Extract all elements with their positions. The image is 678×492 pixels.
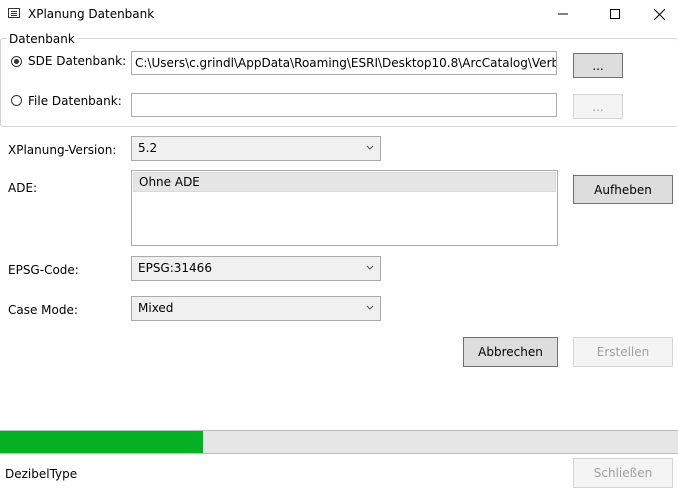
sde-browse-button[interactable]: ... <box>573 53 623 78</box>
case-mode-value: Mixed <box>138 301 174 315</box>
ade-list-item[interactable]: Ohne ADE <box>133 172 556 192</box>
chevron-down-icon <box>366 265 374 270</box>
window-icon <box>8 8 20 18</box>
status-text: DezibelType <box>5 467 78 481</box>
sde-path-input[interactable]: C:\Users\c.grindl\AppData\Roaming\ESRI\D… <box>131 51 557 75</box>
maximize-button[interactable] <box>592 0 638 28</box>
case-mode-label: Case Mode: <box>8 303 78 317</box>
sde-radio[interactable] <box>11 56 22 67</box>
minimize-button[interactable] <box>540 0 586 28</box>
xplanung-version-label: XPlanung-Version: <box>8 143 117 157</box>
epsg-value: EPSG:31466 <box>138 261 212 275</box>
file-browse-button[interactable]: ... <box>573 94 623 119</box>
ade-clear-button[interactable]: Aufheben <box>573 175 673 204</box>
progress-fill <box>0 431 204 453</box>
close-window-button[interactable] <box>636 0 678 28</box>
ade-listbox[interactable]: Ohne ADE <box>131 170 558 246</box>
close-icon <box>653 8 665 20</box>
file-path-input[interactable] <box>131 93 557 117</box>
sde-label: SDE Datenbank: <box>28 54 127 68</box>
case-mode-select[interactable]: Mixed <box>131 296 381 321</box>
epsg-select[interactable]: EPSG:31466 <box>131 256 381 281</box>
ade-label: ADE: <box>8 181 38 195</box>
progress-bar <box>0 430 678 454</box>
file-radio[interactable] <box>11 95 22 106</box>
cancel-button[interactable]: Abbrechen <box>463 337 558 367</box>
title-bar: XPlanung Datenbank <box>0 0 678 28</box>
xplanung-version-select[interactable]: 5.2 <box>131 136 381 161</box>
create-button[interactable]: Erstellen <box>573 337 673 367</box>
window-title: XPlanung Datenbank <box>28 7 155 21</box>
maximize-icon <box>610 9 620 19</box>
chevron-down-icon <box>366 305 374 310</box>
xplanung-version-value: 5.2 <box>138 141 158 155</box>
close-button[interactable]: Schließen <box>573 458 673 488</box>
minimize-icon <box>558 13 568 15</box>
epsg-label: EPSG-Code: <box>8 263 79 277</box>
chevron-down-icon <box>366 145 374 150</box>
datenbank-group-label: Datenbank <box>7 32 77 46</box>
file-label: File Datenbank: <box>28 94 122 108</box>
